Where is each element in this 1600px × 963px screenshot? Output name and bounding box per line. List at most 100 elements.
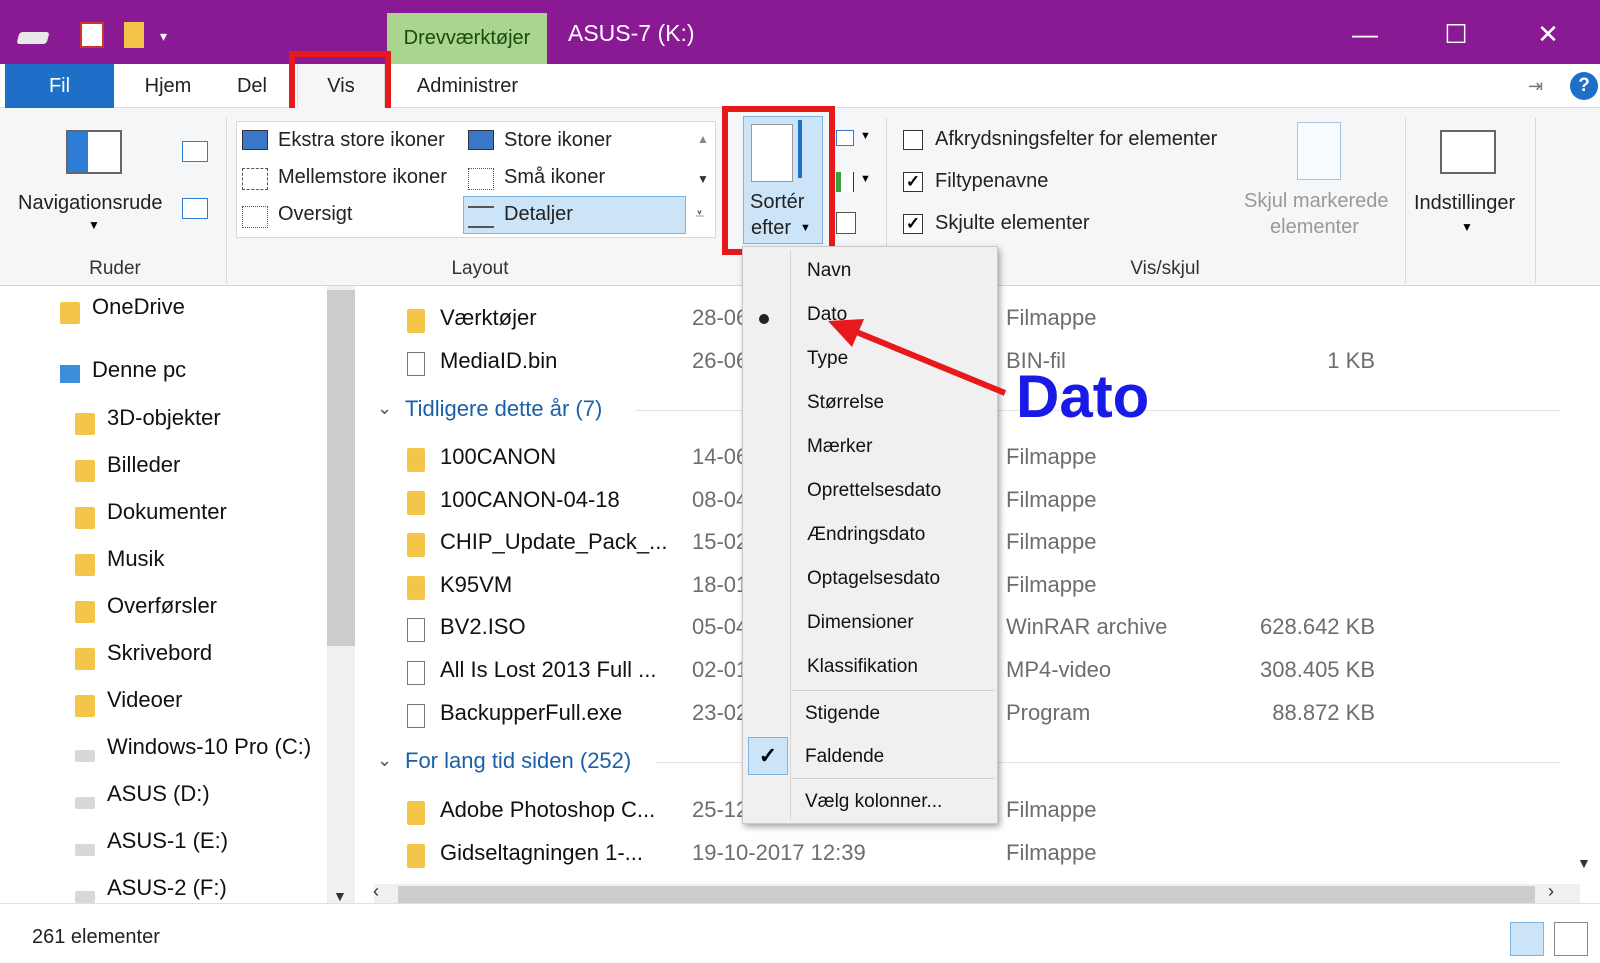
nav-item[interactable]: Dokumenter [107, 499, 227, 525]
layout-option-small[interactable]: Små ikoner [504, 166, 605, 189]
file-name[interactable]: Adobe Photoshop C... [440, 797, 655, 823]
file-extensions-label[interactable]: Filtypenavne [935, 170, 1048, 193]
file-name[interactable]: CHIP_Update_Pack_... [440, 529, 667, 555]
menu-item[interactable]: Klassifikation [807, 656, 918, 678]
layout-option-medium[interactable]: Mellemstore ikoner [278, 166, 447, 189]
menu-item[interactable]: Oprettelsesdato [807, 480, 941, 502]
details-pane-icon[interactable] [182, 198, 208, 219]
file-name[interactable]: 100CANON [440, 444, 556, 470]
menu-item[interactable]: Mærker [807, 436, 872, 458]
gallery-scroll-down-icon[interactable]: ▼ [697, 172, 709, 186]
medium-icons-icon [242, 168, 268, 190]
file-name[interactable]: BackupperFull.exe [440, 700, 622, 726]
nav-item[interactable]: Billeder [107, 452, 180, 478]
nav-scrollbar-thumb[interactable] [327, 290, 355, 646]
chevron-down-icon[interactable]: ⌄ [377, 750, 392, 771]
menu-item[interactable]: Ændringsdato [807, 524, 925, 546]
help-icon[interactable]: ? [1570, 72, 1598, 100]
menu-item-choose-columns[interactable]: Vælg kolonner... [805, 791, 942, 813]
layout-option-list[interactable]: Oversigt [278, 203, 352, 226]
navigation-pane-icon[interactable] [66, 130, 122, 174]
nav-item[interactable]: OneDrive [92, 294, 185, 320]
file-extensions-checkbox[interactable]: ✓ [903, 172, 923, 192]
details-view-icon[interactable] [1510, 922, 1544, 956]
file-date: 14-06 [692, 444, 749, 469]
radio-dot-icon [759, 314, 769, 324]
nav-item[interactable]: Windows-10 Pro (C:) [107, 734, 311, 760]
scroll-down-icon[interactable]: ▼ [1577, 855, 1591, 871]
options-button[interactable]: Indstillinger [1414, 192, 1515, 215]
close-button[interactable]: ✕ [1528, 14, 1568, 54]
nav-item[interactable]: ASUS-1 (E:) [107, 828, 228, 854]
menu-item-descending[interactable]: Faldende [805, 746, 884, 768]
add-columns-icon[interactable] [836, 172, 854, 192]
tab-del[interactable]: Del [222, 64, 282, 108]
customize-qat-icon[interactable]: ▾ [160, 28, 167, 45]
file-name[interactable]: Værktøjer [440, 305, 537, 331]
properties-icon[interactable] [80, 22, 104, 48]
file-name[interactable]: Gidseltagningen 1-... [440, 840, 643, 866]
file-date: 23-02 [692, 700, 749, 725]
item-checkboxes-label[interactable]: Afkrydsningsfelter for elementer [935, 128, 1217, 151]
group-label-layout: Layout [451, 258, 509, 279]
file-name[interactable]: BV2.ISO [440, 614, 526, 640]
gallery-scroll-up-icon[interactable]: ▲ [697, 132, 709, 146]
item-checkboxes-checkbox[interactable] [903, 130, 923, 150]
pin-ribbon-icon[interactable]: ⇥ [1528, 76, 1543, 97]
tab-administrer[interactable]: Administrer [400, 64, 535, 108]
file-name[interactable]: MediaID.bin [440, 348, 557, 374]
folder-icon [407, 491, 425, 515]
hidden-items-label[interactable]: Skjulte elementer [935, 212, 1090, 235]
preview-pane-icon[interactable] [182, 141, 208, 162]
file-name[interactable]: All Is Lost 2013 Full ... [440, 657, 656, 683]
list-icon [242, 206, 268, 228]
tab-fil[interactable]: Fil [5, 64, 114, 108]
navigation-pane-button[interactable]: Navigationsrude [18, 192, 163, 215]
nav-item[interactable]: 3D-objekter [107, 405, 221, 431]
file-date: 15-02 [692, 529, 749, 554]
large-icons-icon [468, 130, 494, 150]
menu-gutter-line [790, 250, 791, 820]
nav-item[interactable]: Denne pc [92, 357, 186, 383]
drive-icon [75, 750, 95, 762]
group-by-icon[interactable] [836, 130, 854, 146]
horizontal-scrollbar-thumb[interactable] [398, 886, 1535, 904]
chevron-down-icon[interactable]: ⌄ [377, 398, 392, 419]
folder-icon [75, 507, 95, 529]
gallery-more-icon[interactable]: ⩡ [695, 206, 704, 224]
hidden-items-checkbox[interactable]: ✓ [903, 214, 923, 234]
minimize-button[interactable]: — [1345, 14, 1385, 54]
nav-item[interactable]: Overførsler [107, 593, 217, 619]
nav-item[interactable]: Videoer [107, 687, 182, 713]
hide-selected-label-1: Skjul markerede [1244, 190, 1389, 212]
group-separator [226, 118, 227, 283]
menu-item[interactable]: Dimensioner [807, 612, 914, 634]
file-icon [407, 704, 425, 728]
menu-item-ascending[interactable]: Stigende [805, 703, 880, 725]
large-icons-view-icon[interactable] [1554, 922, 1588, 956]
maximize-button[interactable]: ☐ [1436, 14, 1476, 54]
size-columns-icon[interactable] [836, 212, 856, 234]
menu-item[interactable]: Navn [807, 260, 851, 282]
options-icon[interactable] [1440, 130, 1496, 174]
scroll-left-icon[interactable]: ‹ [373, 881, 379, 902]
nav-item[interactable]: ASUS-2 (F:) [107, 875, 227, 901]
scroll-right-icon[interactable]: › [1548, 881, 1554, 902]
nav-item[interactable]: Skrivebord [107, 640, 212, 666]
nav-item[interactable]: ASUS (D:) [107, 781, 210, 807]
tab-hjem[interactable]: Hjem [128, 64, 208, 108]
nav-item[interactable]: Musik [107, 546, 164, 572]
layout-option-details[interactable]: Detaljer [504, 203, 573, 226]
context-tab-label[interactable]: Drevværktøjer [387, 13, 547, 64]
layout-option-large[interactable]: Store ikoner [504, 129, 612, 152]
file-name[interactable]: 100CANON-04-18 [440, 487, 620, 513]
file-name[interactable]: K95VM [440, 572, 512, 598]
window-title: ASUS-7 (K:) [568, 20, 695, 46]
layout-option-extra-large[interactable]: Ekstra store ikoner [278, 129, 445, 152]
group-header[interactable]: Tidligere dette år (7) [405, 396, 602, 422]
menu-item[interactable]: Optagelsesdato [807, 568, 940, 590]
nav-scroll-down-icon[interactable]: ▼ [333, 888, 347, 904]
new-folder-icon[interactable] [124, 22, 144, 48]
group-header[interactable]: For lang tid siden (252) [405, 748, 631, 774]
file-date: 05-04 [692, 614, 749, 639]
